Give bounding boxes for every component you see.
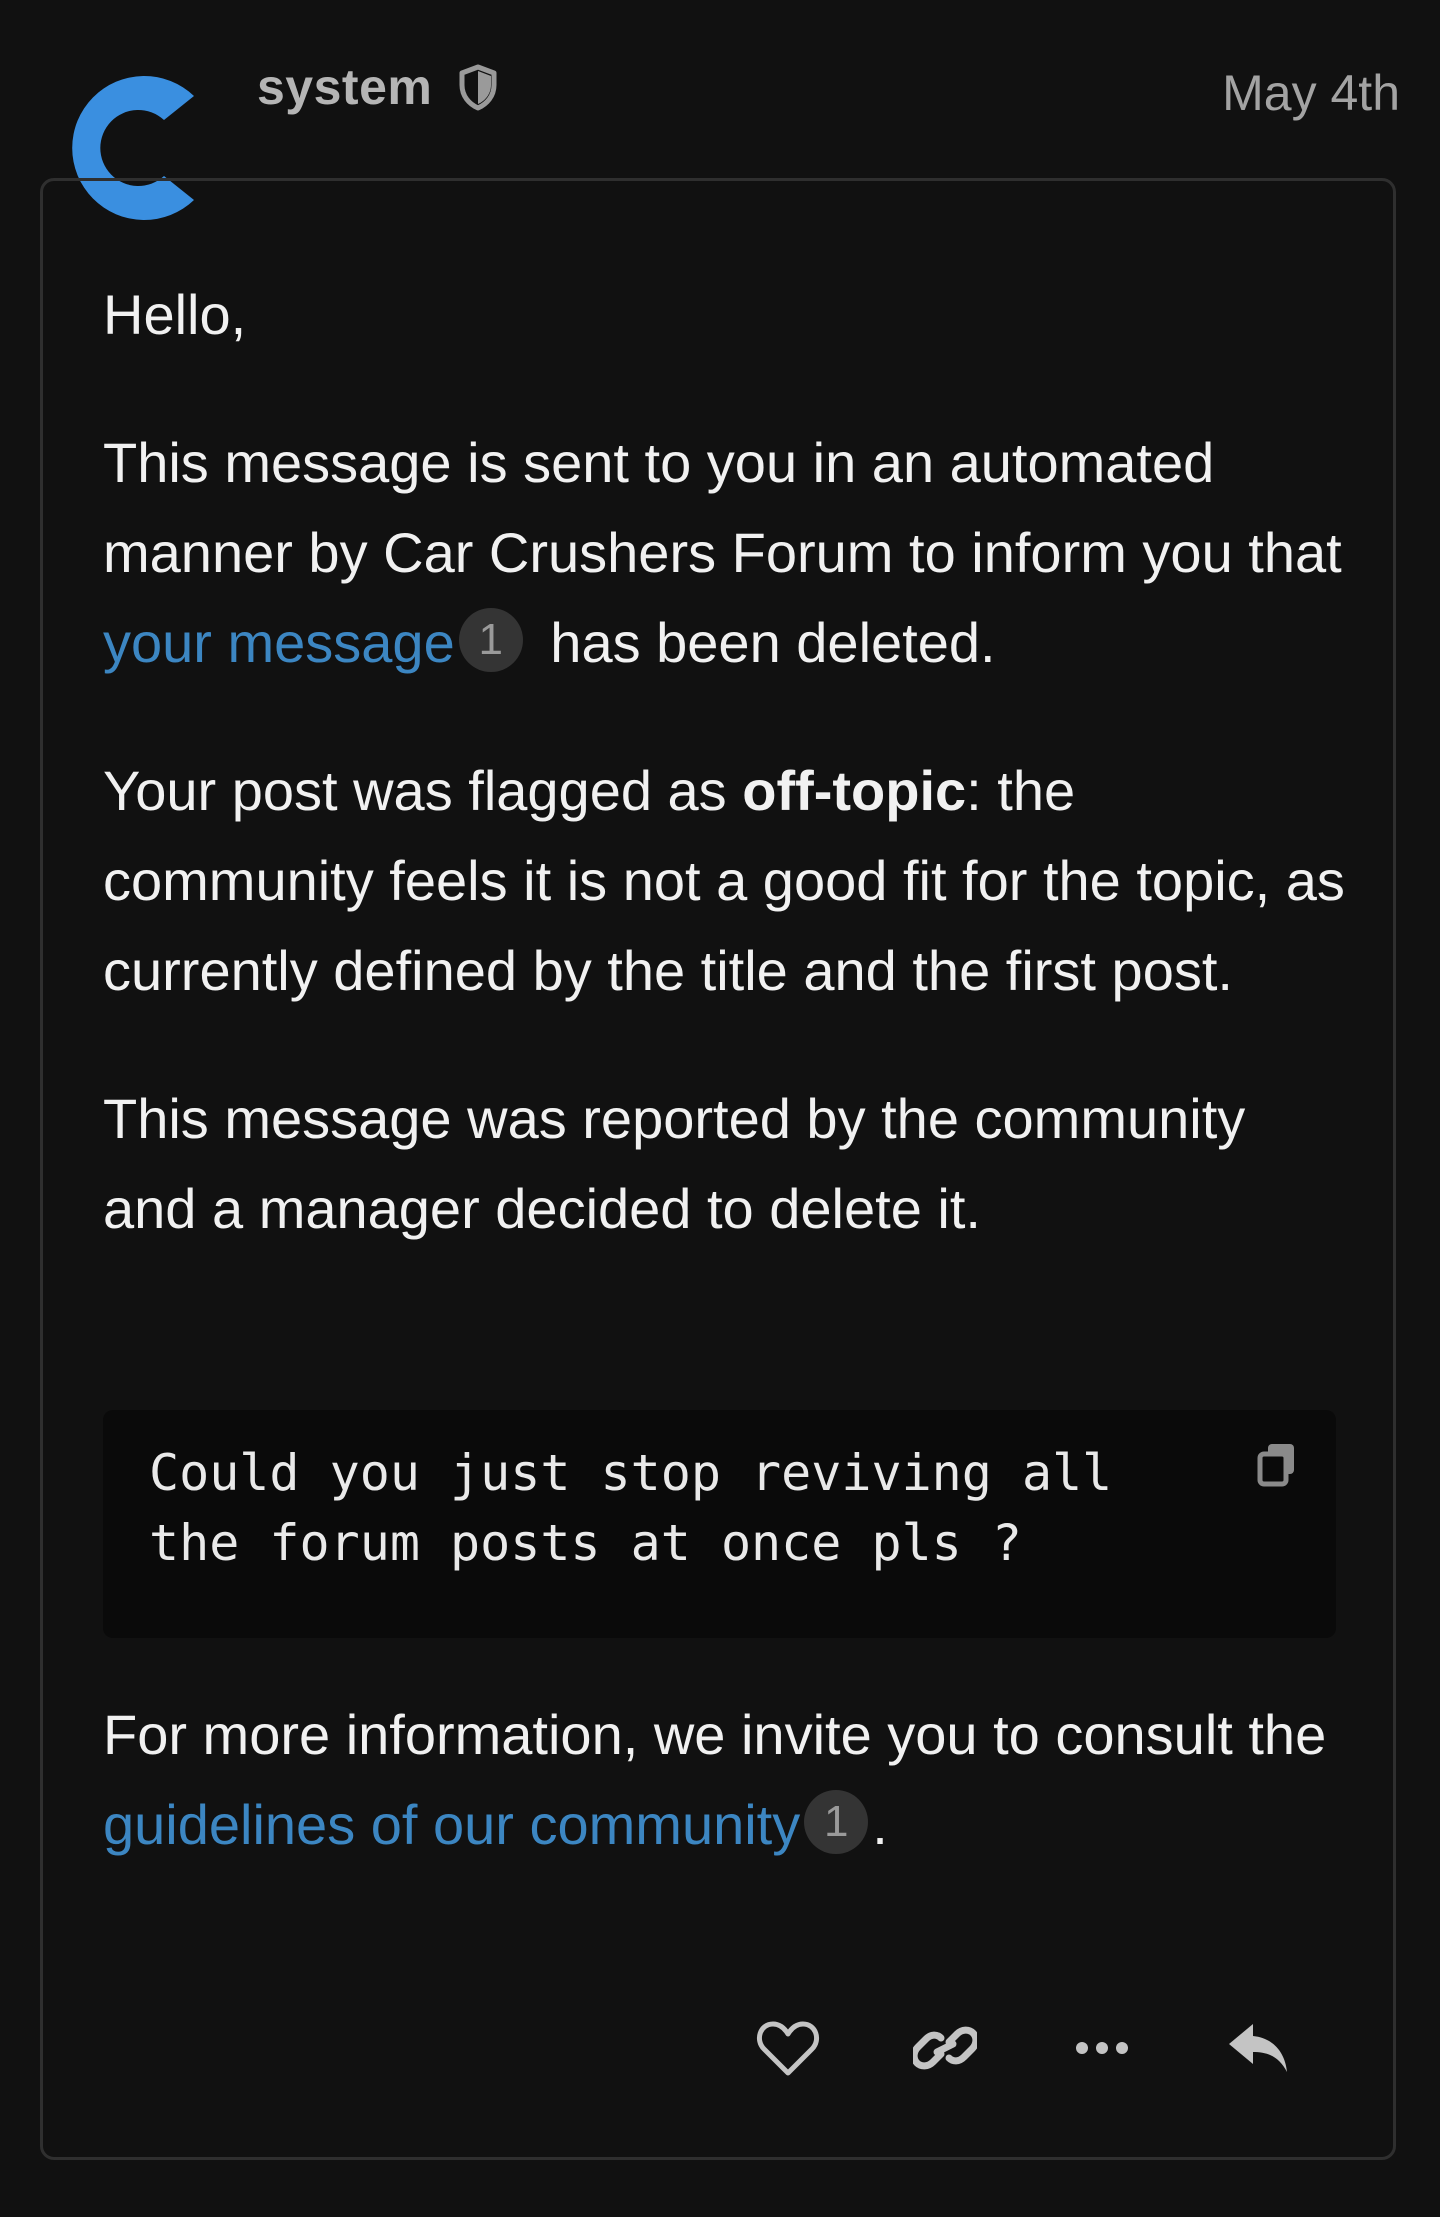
paragraph-guidelines: For more information, we invite you to c… [103,1690,1353,1870]
greeting-text: Hello, [103,283,247,346]
paragraph-report: This message was reported by the communi… [103,1074,1353,1254]
guidelines-text-before: For more information, we invite you to c… [103,1703,1327,1766]
paragraph-notice: This message is sent to you in an automa… [103,418,1353,688]
guidelines-link[interactable]: guidelines of our community [103,1793,800,1856]
report-text: This message was reported by the communi… [103,1087,1246,1240]
quoted-message-text: Could you just stop reviving all the for… [149,1444,1143,1572]
quoted-message-code-block: Could you just stop reviving all the for… [103,1410,1336,1638]
your-message-link[interactable]: your message [103,611,455,674]
link-click-count: 1 [458,608,523,672]
notice-text-before: This message is sent to you in an automa… [103,431,1342,584]
reply-icon[interactable] [1219,2013,1299,2083]
username[interactable]: system [257,58,432,116]
post-author: system [257,58,502,116]
ellipsis-icon[interactable] [1062,2013,1142,2083]
post-body-footer: For more information, we invite you to c… [103,1690,1353,1928]
guidelines-text-after: . [872,1793,888,1856]
paragraph-flag-reason: Your post was flagged as off-topic: the … [103,746,1353,1016]
post-date[interactable]: May 4th [1222,64,1400,122]
notice-text-after: has been deleted. [534,611,996,674]
post-body: Hello, This message is sent to you in an… [103,270,1353,1312]
greeting: Hello, [103,270,1353,360]
heart-icon[interactable] [748,2013,828,2083]
flag-type: off-topic [742,759,967,822]
shield-icon [454,63,502,111]
link-icon[interactable] [905,2013,985,2083]
copy-icon[interactable] [1252,1438,1304,1490]
link-click-count: 1 [804,1790,869,1854]
post-actions [0,2013,1440,2083]
flag-text-before: Your post was flagged as [103,759,743,822]
